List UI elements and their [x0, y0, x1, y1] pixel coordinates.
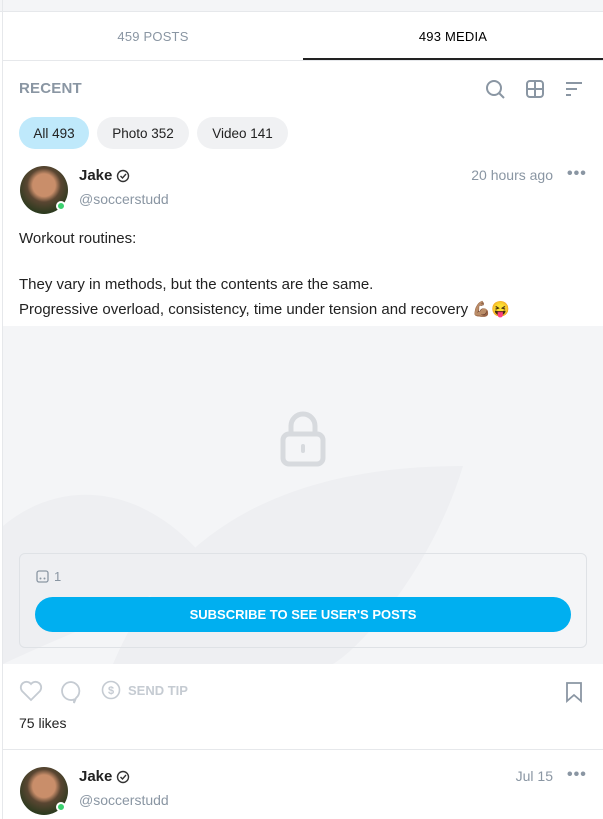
tip-icon[interactable]: $: [101, 680, 121, 700]
image-icon: [36, 570, 49, 583]
comment-icon[interactable]: [60, 680, 82, 704]
verified-icon: [117, 770, 130, 783]
tab-posts[interactable]: 459 POSTS: [3, 13, 303, 60]
author-name: Jake: [79, 768, 113, 785]
subscribe-button[interactable]: SUBSCRIBE TO SEE USER'S POSTS: [35, 597, 571, 632]
search-icon[interactable]: [484, 78, 506, 100]
author-handle[interactable]: @soccerstudd: [79, 191, 169, 207]
tabs-divider: [3, 60, 603, 61]
bookmark-icon[interactable]: [565, 681, 583, 703]
more-options-icon[interactable]: •••: [567, 165, 587, 183]
verified-icon: [117, 169, 130, 182]
post-author[interactable]: Jake: [79, 167, 130, 184]
sort-icon[interactable]: [564, 78, 586, 100]
like-icon[interactable]: [19, 680, 43, 702]
filter-video[interactable]: Video 141: [197, 117, 288, 149]
post-time[interactable]: 20 hours ago: [471, 167, 553, 183]
post-time[interactable]: Jul 15: [516, 768, 553, 784]
filter-photo[interactable]: Photo 352: [97, 117, 189, 149]
post-divider: [3, 749, 603, 750]
online-indicator: [56, 201, 66, 211]
post-text-line: Progressive overload, consistency, time …: [19, 301, 510, 318]
online-indicator: [56, 802, 66, 812]
section-title: RECENT: [19, 80, 82, 97]
post-author[interactable]: Jake: [79, 768, 130, 785]
top-band: [0, 0, 603, 12]
active-tab-indicator: [303, 58, 603, 60]
filter-all[interactable]: All 493: [19, 117, 89, 149]
media-count: 1: [54, 569, 62, 584]
lock-icon: [280, 411, 326, 467]
more-options-icon[interactable]: •••: [567, 766, 587, 784]
send-tip-button[interactable]: SEND TIP: [128, 683, 188, 698]
author-name: Jake: [79, 167, 113, 184]
grid-icon[interactable]: [524, 78, 546, 100]
likes-count: 75 likes: [19, 715, 67, 731]
post-text-line: Workout routines:: [19, 230, 137, 247]
author-handle[interactable]: @soccerstudd: [79, 792, 169, 808]
svg-text:$: $: [108, 685, 114, 697]
tab-media[interactable]: 493 MEDIA: [303, 13, 603, 60]
post-text-line: They vary in methods, but the contents a…: [19, 276, 374, 293]
